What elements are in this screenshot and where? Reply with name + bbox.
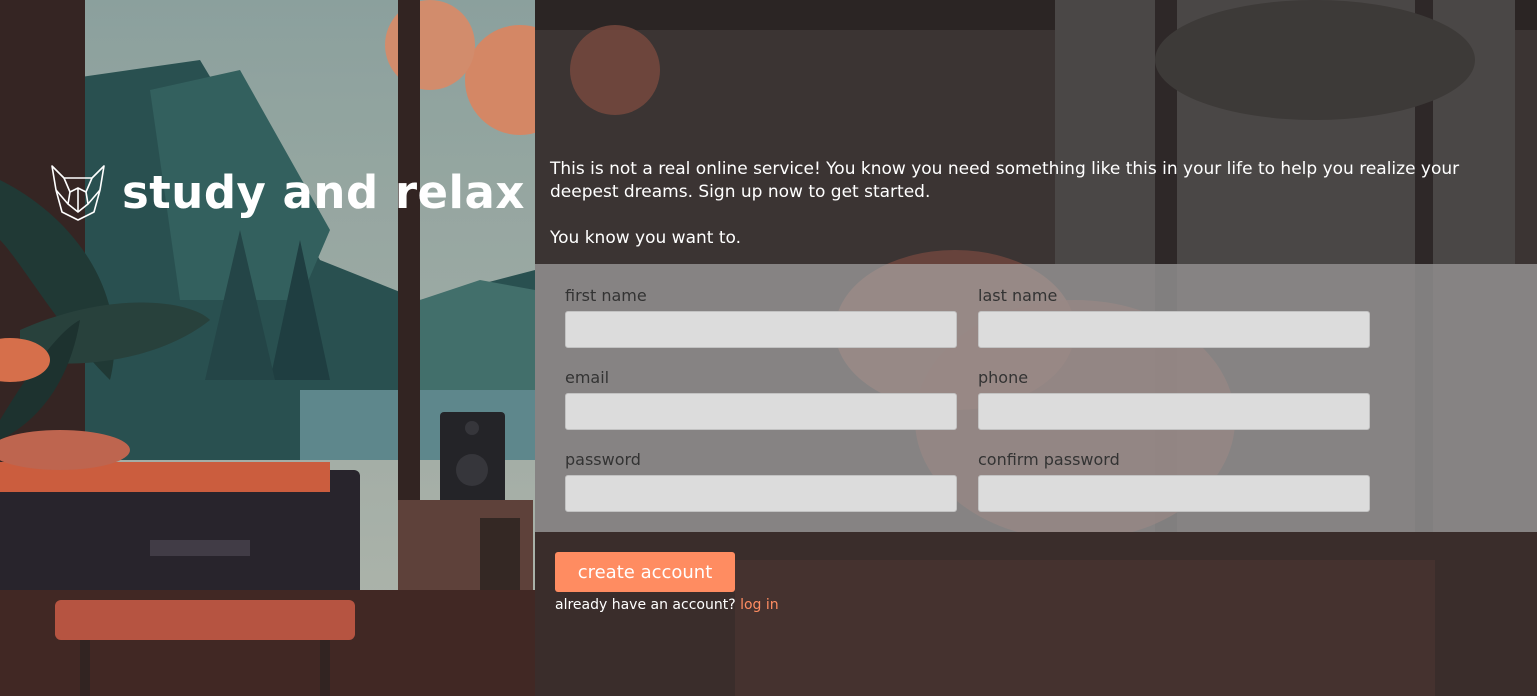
phone-label: phone	[978, 368, 1029, 387]
intro-tagline: You know you want to.	[550, 228, 742, 248]
brand-title: study and relax	[122, 165, 525, 219]
confirm-password-input[interactable]	[978, 475, 1370, 512]
email-label: email	[565, 368, 610, 387]
signup-form: first name last name email phone passwor…	[535, 264, 1537, 532]
bulldog-logo-icon	[51, 165, 105, 221]
hero-illustration-panel: study and relax	[0, 0, 535, 696]
login-prompt-text: already have an account?	[555, 597, 736, 613]
phone-group: phone	[978, 368, 1370, 430]
password-label: password	[565, 450, 641, 469]
first-name-input[interactable]	[565, 311, 957, 348]
intro-text: This is not a real online service! You k…	[550, 158, 1510, 250]
login-link[interactable]: log in	[740, 597, 779, 613]
email-group: email	[565, 368, 957, 430]
confirm-password-group: confirm password	[978, 450, 1370, 512]
last-name-group: last name	[978, 286, 1370, 348]
first-name-label: first name	[565, 286, 647, 305]
intro-paragraph: This is not a real online service! You k…	[550, 159, 1460, 202]
create-account-button[interactable]: create account	[555, 552, 735, 592]
email-input[interactable]	[565, 393, 957, 430]
last-name-input[interactable]	[978, 311, 1370, 348]
first-name-group: first name	[565, 286, 957, 348]
login-prompt: already have an account? log in	[555, 597, 779, 613]
last-name-label: last name	[978, 286, 1058, 305]
brand: study and relax	[46, 160, 525, 224]
lofi-room-illustration	[0, 0, 535, 696]
phone-input[interactable]	[978, 393, 1370, 430]
password-input[interactable]	[565, 475, 957, 512]
signup-panel: This is not a real online service! You k…	[535, 0, 1537, 696]
password-group: password	[565, 450, 957, 512]
confirm-password-label: confirm password	[978, 450, 1120, 469]
